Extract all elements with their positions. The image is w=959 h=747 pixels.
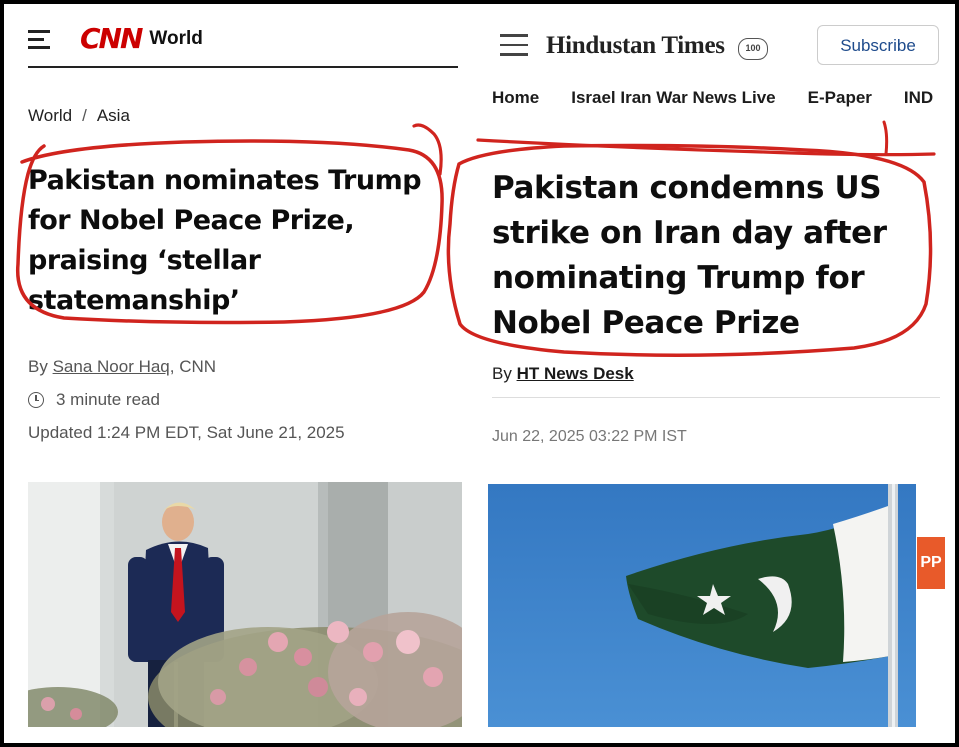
subscribe-button[interactable]: Subscribe (817, 25, 939, 65)
nav-israel-iran-war[interactable]: Israel Iran War News Live (571, 88, 775, 108)
breadcrumb: World / Asia (28, 106, 130, 126)
breadcrumb-separator: / (82, 106, 87, 125)
ht-headline: Pakistan condemns US strike on Iran day … (492, 170, 887, 341)
cnn-logo-mark: CNN (80, 22, 143, 55)
byline-source: , CNN (169, 356, 217, 376)
hamburger-icon[interactable] (28, 30, 50, 49)
cnn-logo[interactable]: CNN World (80, 24, 203, 54)
side-tab[interactable]: PP (917, 537, 945, 589)
ht-lead-photo (488, 484, 916, 727)
cnn-byline: By Sana Noor Haq, CNN (28, 350, 345, 383)
ht-byline: By HT News Desk (492, 364, 634, 384)
cnn-header: CNN World (28, 24, 458, 68)
cnn-article-panel: CNN World World / Asia Pakistan nominates … (4, 4, 474, 743)
divider (492, 397, 940, 398)
published-timestamp: Jun 22, 2025 03:22 PM IST (492, 428, 687, 445)
ht-nav-bar: Home Israel Iran War News Live E-Paper I… (492, 88, 955, 108)
cnn-article-meta: By Sana Noor Haq, CNN 3 minute read Upda… (28, 350, 345, 449)
breadcrumb-asia[interactable]: Asia (97, 106, 130, 125)
ht-article-panel: Hindustan Times 100 Subscribe Home Israe… (474, 4, 955, 743)
hamburger-icon[interactable] (500, 34, 528, 58)
ht-logo[interactable]: Hindustan Times (546, 32, 725, 60)
photo-pakistan-flag (488, 484, 916, 727)
ht-centenary-badge: 100 (738, 38, 768, 60)
nav-ind[interactable]: IND (904, 88, 933, 108)
byline-prefix: By (28, 356, 48, 376)
nav-epaper[interactable]: E-Paper (808, 88, 872, 108)
cnn-headline: Pakistan nominates Trump for Nobel Peace… (28, 165, 422, 316)
cnn-lead-photo (28, 482, 462, 727)
breadcrumb-world[interactable]: World (28, 106, 72, 125)
screenshot-frame: CNN World World / Asia Pakistan nominates … (4, 4, 955, 743)
read-time: 3 minute read (56, 389, 160, 409)
author-link[interactable]: HT News Desk (517, 364, 634, 383)
nav-home[interactable]: Home (492, 88, 539, 108)
clock-icon (28, 391, 44, 408)
author-link[interactable]: Sana Noor Haq (53, 357, 170, 377)
byline-prefix: By (492, 364, 517, 383)
section-label: World (149, 28, 203, 49)
read-time-row: 3 minute read (28, 383, 345, 416)
updated-timestamp: Updated 1:24 PM EDT, Sat June 21, 2025 (28, 422, 345, 442)
photo-man-in-garden (28, 482, 462, 727)
